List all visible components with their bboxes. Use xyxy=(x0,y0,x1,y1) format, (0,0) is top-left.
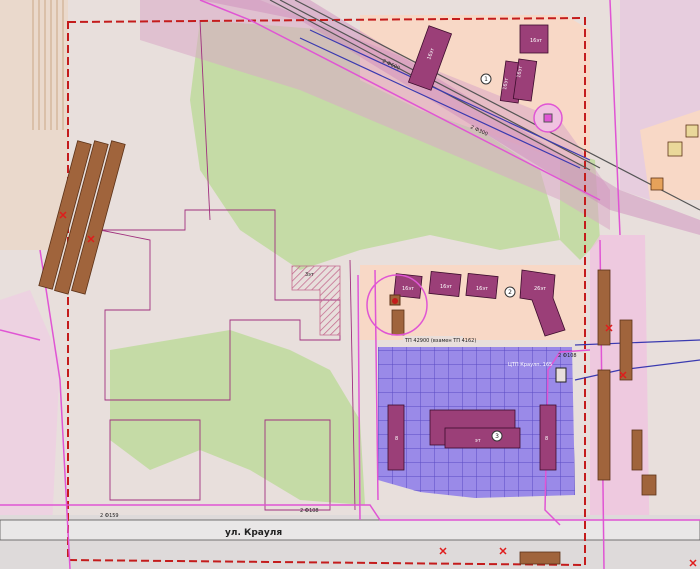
substation-marker xyxy=(392,298,398,304)
zone-label-3: 3 xyxy=(495,433,499,440)
street-name: ул. Крауля xyxy=(225,528,282,538)
zone-label-2: 2 xyxy=(508,289,512,296)
heating-point xyxy=(555,367,567,383)
building-label-10: 8 xyxy=(395,436,398,442)
well-marker xyxy=(543,113,553,123)
urban-planning-map: 16эт 16эт 16эт 16эт 16эт 16эт 16эт 26эт … xyxy=(0,0,700,569)
building-label-8: 26эт xyxy=(534,286,546,292)
heating-point-label: ЦТП Краулп. 165 xyxy=(508,362,552,368)
map-canvas: 16эт 16эт 16эт 16эт 16эт 16эт 16эт 26эт … xyxy=(0,0,700,569)
substation-label: ТП 42900 (взамен ТП 4162) xyxy=(404,338,476,344)
building-label-12: 3эт xyxy=(305,272,314,278)
zone-label-1: 1 xyxy=(484,76,488,83)
building-label-4: 16эт xyxy=(402,286,414,292)
left-hatched-zone xyxy=(30,0,68,130)
building-label-6: 16эт xyxy=(476,286,488,292)
substation-building xyxy=(391,309,405,336)
building-label-5: 16эт xyxy=(440,284,452,290)
pipe-label-4: 2 Ф159 xyxy=(100,513,119,519)
building-label-11: 8 xyxy=(545,436,548,442)
pipe-label-5: 2 Ф108 xyxy=(300,508,319,514)
pipe-label-3: 2 Ф108 xyxy=(558,353,577,359)
street-carriageway xyxy=(0,519,700,541)
building-label-2: 16эт xyxy=(530,38,542,44)
building-label-9: эт xyxy=(475,438,481,444)
